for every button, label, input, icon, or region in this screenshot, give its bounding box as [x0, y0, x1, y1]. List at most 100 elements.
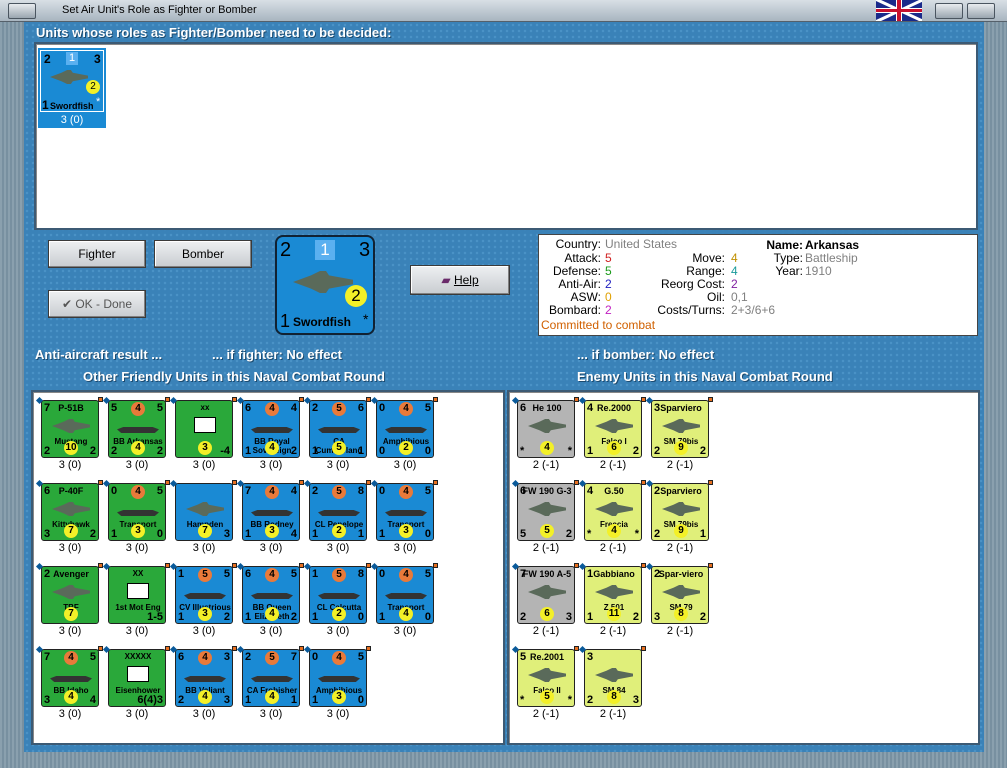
undecided-unit-swordfish[interactable]: 2 1 3 2 1 Swordfish * 3 (0) [38, 48, 106, 128]
unit-title: Spar-viero [658, 569, 704, 579]
unit-counter[interactable]: 05104Transport33 (0) [370, 479, 442, 561]
status-marker [366, 646, 371, 651]
unit-stat-br: 0 [424, 611, 431, 623]
attack-circle: 4 [64, 651, 78, 665]
unit-counter-face: 64124BB Royal Sovereign4 [242, 400, 300, 458]
unit-title: He 100 [532, 403, 562, 413]
unit-counter[interactable]: 05004Amphibious23 (0) [370, 396, 442, 478]
system-menu-button[interactable] [8, 3, 36, 19]
close-button[interactable] [967, 3, 995, 19]
unit-caption: 2 (-1) [599, 625, 627, 637]
value-circle: 4 [399, 607, 413, 621]
value-circle: 4 [540, 441, 554, 455]
unit-counter-face: 6 3 2 3 4 BB Valiant 4 [175, 649, 233, 707]
unit-stat-tr: 3 [223, 651, 230, 663]
unit-counter[interactable]: 3Hampden73 (0) [169, 479, 241, 561]
unit-counter-face: 6 * * He 100 4 [517, 400, 575, 458]
unit-title: XXXXX [124, 652, 152, 661]
aircraft-icon [595, 419, 633, 433]
unit-counter[interactable]: 64124BB Royal Sovereign43 (0) [236, 396, 308, 478]
attack-circle: 4 [131, 485, 145, 499]
unit-counter[interactable]: 65124BB Queen Elizabeth43 (0) [236, 562, 308, 644]
unit-counter[interactable]: 2 8 1 1 5 CL Penelope 2 3 (0) [303, 479, 375, 561]
status-marker [641, 646, 646, 651]
unit-caption: 3 (0) [393, 625, 417, 637]
unit-stat-bl: 2 [587, 694, 594, 706]
unit-stat-tl: 0 [379, 568, 386, 580]
unit-stat-br: 3 [223, 528, 230, 540]
enemy-units-panel: 6**He 10042 (-1)412Re.2000Falco I62 (-1)… [507, 390, 980, 745]
unit-counter[interactable]: 7 4 1 4 4 BB Rodney 3 3 (0) [236, 479, 308, 561]
unit-counter[interactable]: 26115CA Cumberland53 (0) [303, 396, 375, 478]
unit-title: XX [132, 569, 144, 578]
bomber-button[interactable]: Bomber [154, 240, 252, 268]
unit-title: Sparviero [660, 403, 702, 413]
enemy-header: Enemy Units in this Naval Combat Round [577, 369, 833, 384]
unit-counter[interactable]: 6(4)3 XXXXX Eisenhower 3 (0) [102, 645, 174, 727]
unit-counter[interactable]: 412Re.2000Falco I62 (-1) [578, 396, 650, 478]
aircraft-icon [186, 502, 224, 516]
attack-circle: 4 [399, 568, 413, 582]
fighter-button[interactable]: Fighter [48, 240, 146, 268]
unit-counter[interactable]: 632P-40FKittyhawk73 (0) [35, 479, 107, 561]
unit-counter-face: 5 5 2 2 4 BB Arkansas 4 [108, 400, 166, 458]
unit-stat-bl: 3 [654, 611, 661, 623]
unit-stat-br: * [634, 528, 639, 540]
value-circle: 4 [64, 690, 78, 704]
unit-counter[interactable]: 6 5 2 FW 190 G-3 5 2 (-1) [511, 479, 583, 561]
unit-counter[interactable]: 6 * * He 100 4 2 (-1) [511, 396, 583, 478]
unit-stat-br: 0 [156, 528, 163, 540]
unit-counter[interactable]: 722P-51BMustang103 (0) [35, 396, 107, 478]
unit-stat-br: 2 [699, 445, 706, 457]
unit-counter[interactable]: 7 2 3 FW 190 A-5 6 2 (-1) [511, 562, 583, 644]
unit-counter-face: 6 5 2 FW 190 G-3 5 [517, 483, 575, 541]
ship-icon [251, 427, 293, 433]
book-icon: ▰ [441, 273, 454, 287]
unit-stat-tl: 0 [312, 651, 319, 663]
attack-circle: 4 [198, 651, 212, 665]
value-circle: 4 [265, 607, 279, 621]
if-fighter-result: ... if fighter: No effect [212, 347, 342, 362]
window-title: Set Air Unit's Role as Fighter or Bomber [62, 4, 257, 16]
ok-done-button[interactable]: ✔ OK - Done [48, 290, 146, 318]
unit-stat-tl: 6 [245, 402, 252, 414]
unit-stat-tl: 6 [245, 568, 252, 580]
unit-stat-br: 4 [290, 528, 297, 540]
unit-counter[interactable]: 2AvengerTBF73 (0) [35, 562, 107, 644]
unit-stat-br: 0 [357, 694, 364, 706]
status-marker [433, 397, 438, 402]
aircraft-icon [595, 668, 633, 682]
unit-counter[interactable]: 1-5 XX 1st Mot Eng 3 (0) [102, 562, 174, 644]
unit-title: P-51B [58, 403, 84, 413]
unit-stat-tr: 5 [89, 651, 96, 663]
unit-counter[interactable]: 5**Re.2001Falco II52 (-1) [511, 645, 583, 727]
attack-circle: 5 [332, 402, 346, 416]
unit-counter[interactable]: 05104Amphibious33 (0) [303, 645, 375, 727]
unit-counter[interactable]: 1 5 1 2 5 CV Illustrious 3 3 (0) [169, 562, 241, 644]
unit-counter[interactable]: 4**G.50Freccia42 (-1) [578, 479, 650, 561]
unit-counter[interactable]: -4 xx 3 3 (0) [169, 396, 241, 478]
unit-stat-br: 3 [223, 694, 230, 706]
status-marker [708, 397, 713, 402]
help-button[interactable]: ▰ Help [410, 265, 510, 295]
unit-stat-tl: 0 [111, 485, 118, 497]
unit-counter-face: 65124BB Queen Elizabeth4 [242, 566, 300, 624]
unit-counter[interactable]: 112GabbianoZ.501112 (-1) [578, 562, 650, 644]
unit-counter[interactable]: 323SM.8482 (-1) [578, 645, 650, 727]
minimize-button[interactable] [935, 3, 963, 19]
unit-counter[interactable]: 221SparvieroSM.79bis92 (-1) [645, 479, 717, 561]
unit-counter[interactable]: 2 7 1 1 5 CA Frobisher 4 3 (0) [236, 645, 308, 727]
unit-counter[interactable]: 7 5 3 4 4 BB Idaho 4 3 (0) [35, 645, 107, 727]
unit-counter[interactable]: 322SparvieroSM.79bis92 (-1) [645, 396, 717, 478]
unit-counter-face: 221SparvieroSM.79bis9 [651, 483, 709, 541]
unit-counter[interactable]: 5 5 2 2 4 BB Arkansas 4 3 (0) [102, 396, 174, 478]
unit-counter[interactable]: 05104Transport43 (0) [370, 562, 442, 644]
unit-counter[interactable]: 05104Transport33 (0) [102, 479, 174, 561]
unit-stat-bl: * [520, 445, 525, 457]
unit-caption: 3 (0) [192, 459, 216, 471]
hq-icon [194, 417, 216, 433]
unit-counter[interactable]: 232Spar-vieroSM.7982 (-1) [645, 562, 717, 644]
unit-stat-bl: 2 [44, 445, 51, 457]
unit-counter[interactable]: 1 8 1 0 5 CL Calcutta 2 3 (0) [303, 562, 375, 644]
unit-counter[interactable]: 6 3 2 3 4 BB Valiant 4 3 (0) [169, 645, 241, 727]
